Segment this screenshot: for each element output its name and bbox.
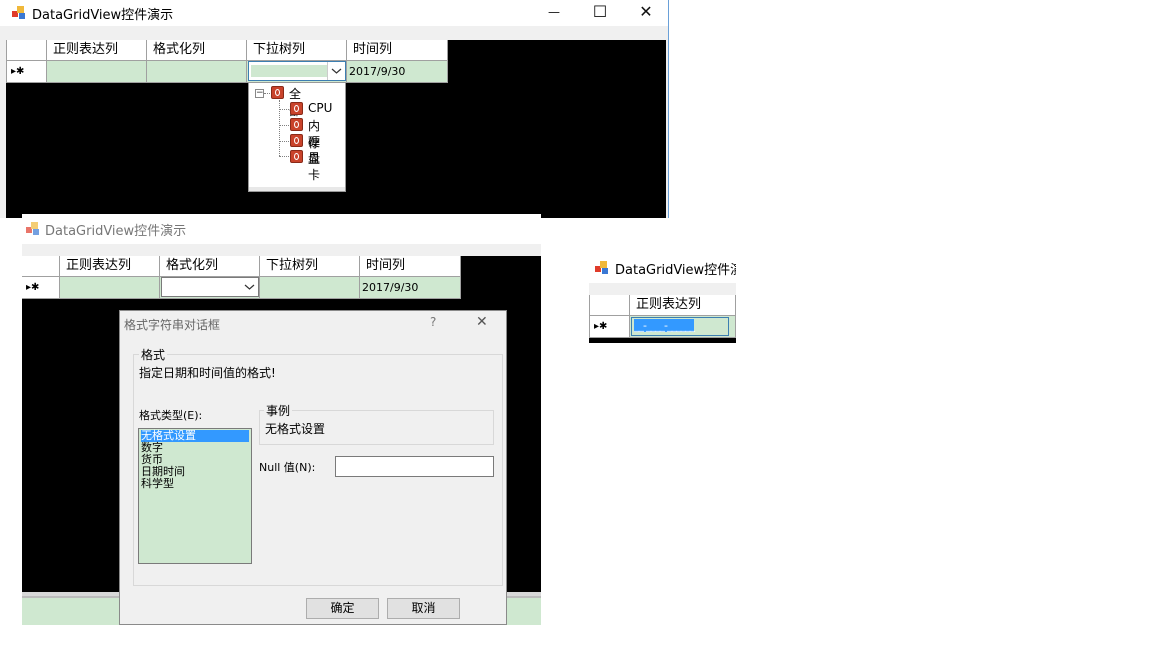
node-icon <box>290 102 303 115</box>
cell-regex[interactable] <box>47 61 147 83</box>
maximize-button[interactable]: ☐ <box>586 1 614 23</box>
column-header-format[interactable]: 格式化列 <box>147 40 247 61</box>
node-icon <box>290 134 303 147</box>
node-icon <box>271 86 284 99</box>
null-value-label: Null 值(N): <box>259 461 316 474</box>
data-grid[interactable]: 正则表达列 ▸✱ __-____-______ <box>589 295 736 343</box>
node-icon <box>290 118 303 131</box>
window-chrome-gap <box>589 283 736 295</box>
grid-corner-header <box>22 256 60 277</box>
window-chrome-gap <box>22 244 541 256</box>
column-header-regex[interactable]: 正则表达列 <box>47 40 147 61</box>
cancel-button[interactable]: 取消 <box>387 598 460 619</box>
help-button[interactable]: ? <box>430 315 436 329</box>
column-header-regex[interactable]: 正则表达列 <box>60 256 160 277</box>
tree-collapse-toggle[interactable]: − <box>255 89 264 98</box>
cell-time[interactable]: 2017/9/30 <box>347 61 448 83</box>
column-header-tree[interactable]: 下拉树列 <box>260 256 360 277</box>
group-label: 格式 <box>139 346 168 363</box>
collapse-icon: − <box>256 88 264 98</box>
main-window-top: DataGridView控件演示 — ☐ ✕ 正则表达列 格式化列 下拉树列 时… <box>0 0 669 218</box>
app-icon <box>26 222 40 236</box>
column-header-tree[interactable]: 下拉树列 <box>247 40 347 61</box>
app-icon <box>595 261 609 275</box>
column-header-format[interactable]: 格式化列 <box>160 256 260 277</box>
row-header[interactable]: ▸✱ <box>6 61 47 83</box>
cell-time[interactable]: 2017/9/30 <box>360 277 461 299</box>
combobox-selection <box>251 65 327 77</box>
tree-node-label: CPU <box>308 101 333 115</box>
mask-text: __-____-______ <box>634 319 695 332</box>
tree-connector <box>279 141 289 142</box>
grid-corner-header <box>6 40 47 61</box>
format-type-label: 格式类型(E): <box>139 409 203 422</box>
row-header[interactable]: ▸✱ <box>589 316 630 338</box>
format-type-listbox[interactable]: 无格式设置 数字 货币 日期时间 科学型 <box>138 428 252 564</box>
dialog-close-button[interactable]: ✕ <box>476 314 488 330</box>
title-bar[interactable]: DataGridView控件演示 <box>22 214 541 244</box>
masked-textbox[interactable]: __-____-______ <box>631 317 729 336</box>
window-title: DataGridView控件演示 <box>615 263 736 278</box>
dropdown-bottom-strip <box>249 187 345 191</box>
format-description: 指定日期和时间值的格式! <box>139 366 276 380</box>
tree-connector <box>264 93 270 94</box>
null-value-input[interactable] <box>335 456 494 477</box>
cell-format[interactable] <box>147 61 247 83</box>
column-header-time[interactable]: 时间列 <box>360 256 461 277</box>
app-icon <box>12 6 26 20</box>
column-header-regex[interactable]: 正则表达列 <box>630 295 736 316</box>
title-bar[interactable]: DataGridView控件演示 — ☐ ✕ <box>0 0 668 26</box>
format-string-dialog: 格式字符串对话框 ? ✕ 格式 指定日期和时间值的格式! 格式类型(E): 无格… <box>119 310 507 625</box>
sample-label: 事例 <box>264 402 293 419</box>
column-header-time[interactable]: 时间列 <box>347 40 448 61</box>
format-combobox[interactable] <box>161 277 259 297</box>
tree-connector <box>279 109 289 110</box>
main-window-middle: DataGridView控件演示 正则表达列 格式化列 下拉树列 时间列 ▸✱ … <box>22 214 541 625</box>
chevron-down-icon[interactable] <box>241 278 258 296</box>
ok-button[interactable]: 确定 <box>306 598 379 619</box>
dialog-title: 格式字符串对话框 <box>124 318 221 332</box>
tree-dropdown-panel[interactable]: − 全部 CPU 内存 硬盘 <box>248 82 346 192</box>
window-title: DataGridView控件演示 <box>45 224 187 239</box>
cell-regex[interactable] <box>60 277 160 299</box>
row-header[interactable]: ▸✱ <box>22 277 60 299</box>
list-item[interactable]: 科学型 <box>141 478 174 490</box>
data-grid[interactable]: 正则表达列 格式化列 下拉树列 时间列 ▸✱ 2017/9/30 − 全部 <box>6 40 666 218</box>
tree-node-label: 显卡 <box>308 151 321 182</box>
tree-connector <box>279 156 289 157</box>
window-title: DataGridView控件演示 <box>32 8 174 23</box>
tree-combobox[interactable] <box>248 61 346 81</box>
cell-tree[interactable] <box>260 277 360 299</box>
close-button[interactable]: ✕ <box>632 1 660 23</box>
tree-connector <box>279 125 289 126</box>
minimize-button[interactable]: — <box>540 1 568 23</box>
chevron-down-icon[interactable] <box>327 62 345 80</box>
sample-value: 无格式设置 <box>265 422 326 436</box>
grid-corner-header <box>589 295 630 316</box>
main-window-small: DataGridView控件演示 正则表达列 ▸✱ __-____-______ <box>589 255 736 343</box>
node-icon <box>290 150 303 163</box>
